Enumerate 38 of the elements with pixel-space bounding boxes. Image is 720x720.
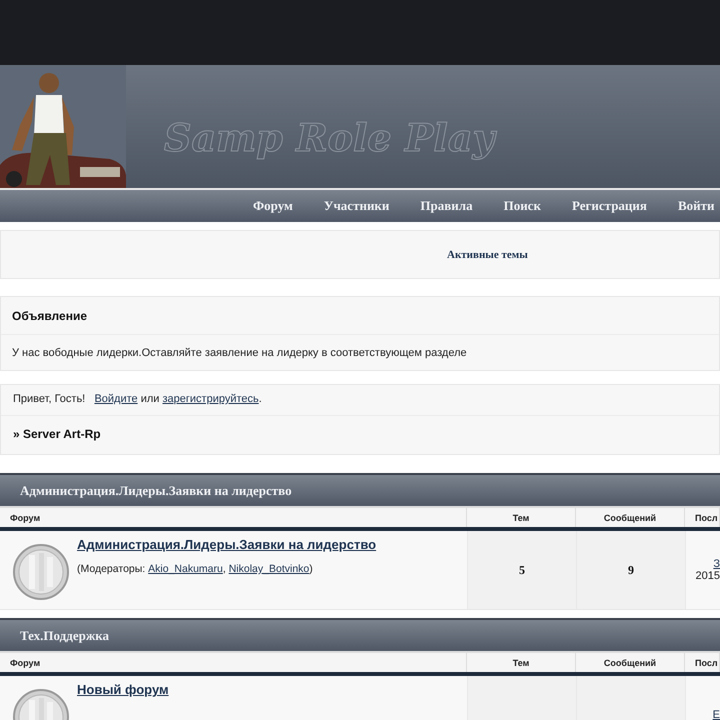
column-header: Тем xyxy=(467,653,576,672)
last-post-date: 2015 xyxy=(696,570,720,582)
forum-title-link[interactable]: Новый форум xyxy=(77,682,169,697)
active-topics-link[interactable]: Активные темы xyxy=(447,248,528,260)
nav-link[interactable]: Войти xyxy=(678,198,714,214)
or-text: или xyxy=(140,393,160,405)
column-header: Посл xyxy=(685,653,720,672)
topics-count: 5 xyxy=(519,562,525,578)
announcement-text: У нас вободные лидерки.Оставляйте заявление на лидерку в соответствующем разделе xyxy=(11,346,468,361)
register-link[interactable]: зарегистрируйтесь xyxy=(162,393,259,405)
column-header: Форум xyxy=(0,653,467,672)
last-post-link[interactable]: З xyxy=(713,558,720,570)
column-header: Форум xyxy=(0,508,467,527)
period-text: . xyxy=(258,393,262,405)
column-header: Сообщений xyxy=(576,508,685,527)
paren-text: ) xyxy=(309,563,313,575)
nav-link[interactable]: Правила xyxy=(420,198,473,214)
moderators-label: (Модераторы: xyxy=(77,563,146,575)
breadcrumb: » Server Art-Rp xyxy=(12,426,102,443)
separator-text: , xyxy=(222,563,226,575)
column-header: Тем xyxy=(467,508,576,527)
nav-link[interactable]: Форум xyxy=(253,198,293,214)
column-header: Сообщений xyxy=(576,653,685,672)
forum-icon xyxy=(12,543,70,601)
moderator-link[interactable]: Akio_Nakumaru xyxy=(148,563,223,575)
moderator-link[interactable]: Nikolay_Botvinko xyxy=(228,563,310,575)
greeting-text: Привет, Гость! xyxy=(13,393,86,405)
forum-title-link[interactable]: Администрация.Лидеры.Заявки на лидерство xyxy=(77,537,376,552)
nav-link[interactable]: Поиск xyxy=(504,198,541,214)
nav-link[interactable]: Участники xyxy=(324,198,390,214)
column-header: Посл xyxy=(685,508,720,527)
nav-link[interactable]: Регистрация xyxy=(572,198,647,214)
login-link[interactable]: Войдите xyxy=(94,393,138,405)
category-header: Тех.Поддержка xyxy=(0,618,720,651)
last-post-link[interactable]: Е xyxy=(712,709,720,720)
posts-count: 9 xyxy=(628,562,634,578)
announcement-title: Объявление xyxy=(1,297,719,335)
category-header: Администрация.Лидеры.Заявки на лидерство xyxy=(0,473,720,506)
